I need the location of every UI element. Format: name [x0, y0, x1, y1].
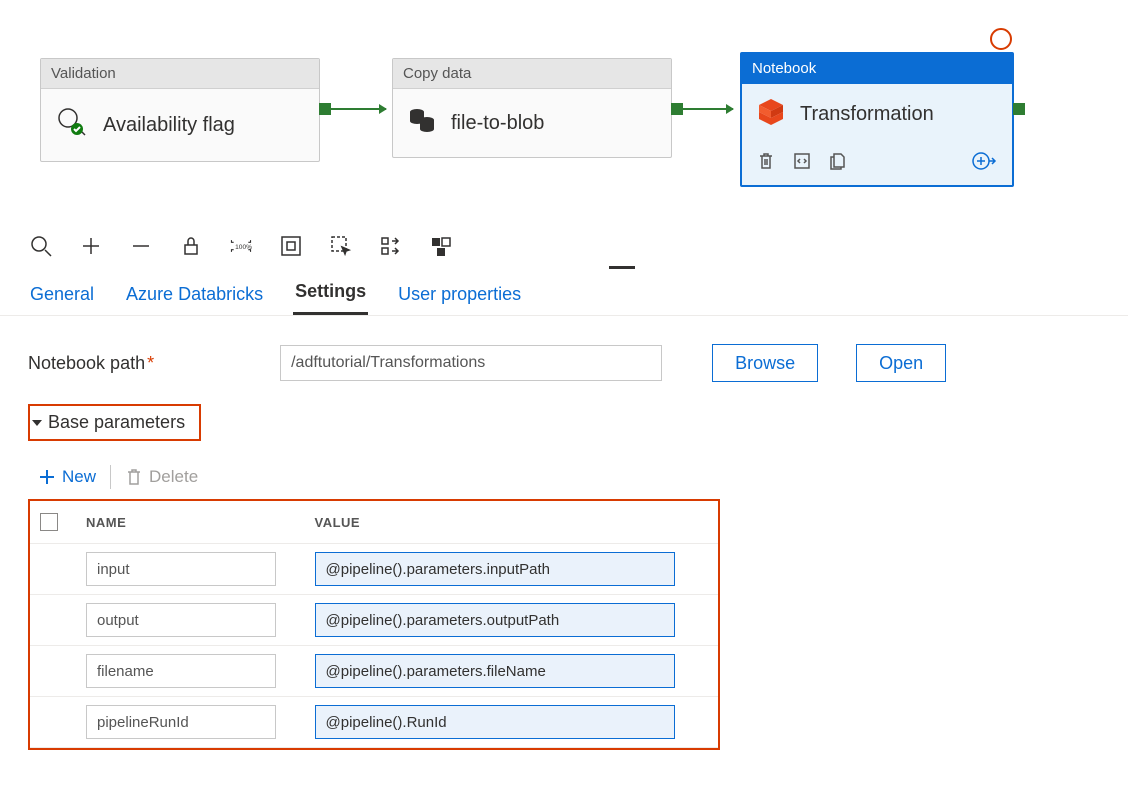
open-button[interactable]: Open: [856, 344, 946, 382]
activity-copy-data[interactable]: Copy data file-to-blob: [392, 58, 672, 158]
drag-handle-icon[interactable]: [609, 266, 635, 269]
activity-name: file-to-blob: [451, 112, 544, 135]
settings-panel: Notebook path* Browse Open Base paramete…: [0, 316, 1128, 778]
caret-down-icon: [32, 420, 42, 426]
zoom-100-icon[interactable]: 100%: [230, 235, 252, 260]
param-name-input[interactable]: [86, 603, 276, 637]
database-copy-icon: [407, 105, 437, 141]
pipeline-canvas[interactable]: Validation Availability flag Copy data: [0, 0, 1128, 220]
activity-validation[interactable]: Validation Availability flag: [40, 58, 320, 162]
lock-icon[interactable]: [180, 235, 202, 260]
table-row[interactable]: [30, 544, 718, 595]
select-icon[interactable]: [330, 235, 352, 260]
notebook-path-input[interactable]: [280, 345, 662, 381]
svg-text:100%: 100%: [235, 243, 252, 250]
tab-settings[interactable]: Settings: [293, 271, 368, 315]
pipeline-arrow: [331, 108, 386, 110]
activity-name: Availability flag: [103, 114, 235, 137]
notebook-path-label: Notebook path*: [28, 353, 154, 374]
fit-screen-icon[interactable]: [280, 235, 302, 260]
activity-type-label: Notebook: [742, 54, 1012, 84]
code-icon[interactable]: [792, 151, 812, 174]
table-row[interactable]: [30, 595, 718, 646]
parameters-table: NAME VALUE: [30, 501, 718, 748]
param-value-input[interactable]: [315, 654, 675, 688]
activity-name: Transformation: [800, 103, 934, 126]
browse-button[interactable]: Browse: [712, 344, 818, 382]
connector-out[interactable]: [671, 103, 683, 115]
activity-notebook[interactable]: Notebook Transformation: [740, 52, 1014, 187]
pipeline-arrow: [683, 108, 733, 110]
table-row[interactable]: [30, 646, 718, 697]
base-parameters-label: Base parameters: [48, 412, 185, 433]
zoom-out-icon[interactable]: [130, 235, 152, 260]
trash-icon[interactable]: [756, 151, 776, 174]
copy-icon[interactable]: [828, 151, 848, 174]
canvas-toolbar: 100%: [0, 220, 1128, 270]
param-value-input[interactable]: [315, 705, 675, 739]
param-name-input[interactable]: [86, 705, 276, 739]
property-tabs: General Azure Databricks Settings User p…: [0, 270, 1128, 316]
activity-type-label: Copy data: [393, 59, 671, 89]
table-row[interactable]: [30, 697, 718, 748]
base-parameters-toggle[interactable]: Base parameters: [28, 404, 201, 441]
auto-align-icon[interactable]: [380, 235, 402, 260]
select-all-checkbox[interactable]: [40, 513, 58, 531]
delete-parameter-button: Delete: [125, 467, 198, 487]
separator: [110, 465, 111, 489]
param-name-input[interactable]: [86, 654, 276, 688]
tab-general[interactable]: General: [28, 274, 96, 315]
activity-type-label: Validation: [41, 59, 319, 89]
param-value-input[interactable]: [315, 552, 675, 586]
tab-databricks[interactable]: Azure Databricks: [124, 274, 265, 315]
magnifier-check-icon: [55, 105, 89, 145]
new-parameter-button[interactable]: New: [38, 467, 96, 487]
connector-out[interactable]: [319, 103, 331, 115]
connector-out[interactable]: [1013, 103, 1025, 115]
param-value-input[interactable]: [315, 603, 675, 637]
search-icon[interactable]: [30, 235, 52, 260]
column-value: VALUE: [305, 501, 719, 544]
tab-user-properties[interactable]: User properties: [396, 274, 523, 315]
param-name-input[interactable]: [86, 552, 276, 586]
databricks-icon: [756, 96, 786, 132]
layout-icon[interactable]: [430, 235, 452, 260]
column-name: NAME: [76, 501, 305, 544]
add-output-icon[interactable]: [972, 150, 998, 175]
zoom-in-icon[interactable]: [80, 235, 102, 260]
status-indicator-icon: [990, 28, 1012, 50]
